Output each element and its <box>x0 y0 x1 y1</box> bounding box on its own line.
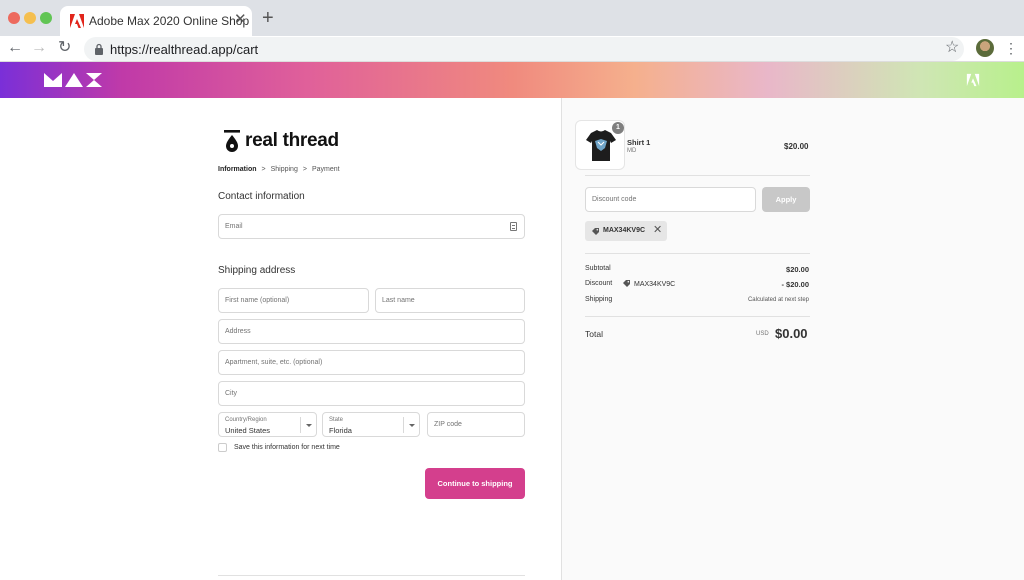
address-bar[interactable]: https://realthread.app/cart <box>84 37 964 61</box>
tab-title: Adobe Max 2020 Online Shop <box>89 14 250 28</box>
discount-code-text: MAX34KV9C <box>634 281 676 288</box>
shipping-section-title: Shipping address <box>218 265 296 276</box>
applied-discount-tag: MAX34KV9C ✕ <box>585 221 667 241</box>
tag-icon <box>592 228 599 235</box>
last-name-placeholder: Last name <box>382 297 415 304</box>
zip-field[interactable]: ZIP code <box>427 412 525 437</box>
order-summary-pane: 1 Shirt 1 MD $20.00 Discount code Apply … <box>561 98 1024 580</box>
email-placeholder: Email <box>225 223 243 230</box>
adobe-max-banner <box>0 62 1024 98</box>
save-info-checkbox[interactable] <box>218 443 227 452</box>
browser-menu-icon[interactable]: ⋮ <box>1004 38 1018 58</box>
chevron-down-icon <box>300 417 316 433</box>
breadcrumb-payment[interactable]: Payment <box>312 166 340 173</box>
url-text: https://realthread.app/cart <box>110 42 259 57</box>
brand-name: real thread <box>245 130 339 151</box>
browser-toolbar: ← → ↻ https://realthread.app/cart ☆ ⋮ <box>0 36 1024 62</box>
apartment-placeholder: Apartment, suite, etc. (optional) <box>225 359 323 366</box>
applied-code: MAX34KV9C <box>603 227 646 234</box>
first-name-field[interactable]: First name (optional) <box>218 288 369 313</box>
bookmark-star-icon[interactable]: ☆ <box>945 37 959 59</box>
product-name: Shirt 1 <box>627 138 651 147</box>
continue-to-shipping-button[interactable]: Continue to shipping <box>425 468 525 499</box>
apply-discount-button[interactable]: Apply <box>762 187 810 212</box>
contact-section-title: Contact information <box>218 191 305 202</box>
breadcrumb-shipping[interactable]: Shipping <box>271 166 298 173</box>
adobe-icon[interactable] <box>966 73 980 87</box>
country-select[interactable]: Country/Region United States <box>218 412 317 437</box>
contact-card-icon <box>510 222 517 231</box>
tag-icon <box>623 280 630 287</box>
total-value: $0.00 <box>775 326 808 341</box>
browser-tab-bar: Adobe Max 2020 Online Shop ✕ + <box>0 0 1024 36</box>
max-logo[interactable] <box>44 73 102 87</box>
window-maximize-button[interactable] <box>40 12 52 24</box>
subtotal-value: $20.00 <box>786 265 809 274</box>
discount-label: Discount <box>585 280 613 287</box>
divider <box>218 575 525 576</box>
state-select[interactable]: State Florida <box>322 412 420 437</box>
country-label: Country/Region <box>225 417 267 423</box>
window-close-button[interactable] <box>8 12 20 24</box>
state-value: Florida <box>329 426 352 435</box>
adobe-icon <box>70 14 84 28</box>
chevron-down-icon <box>403 417 419 433</box>
zip-placeholder: ZIP code <box>434 421 462 428</box>
remove-code-icon[interactable]: ✕ <box>653 224 662 236</box>
subtotal-label: Subtotal <box>585 265 611 272</box>
address-placeholder: Address <box>225 328 251 335</box>
city-field[interactable]: City <box>218 381 525 406</box>
quantity-badge: 1 <box>612 122 624 134</box>
country-value: United States <box>225 426 271 435</box>
window-minimize-button[interactable] <box>24 12 36 24</box>
new-tab-button[interactable]: + <box>262 8 274 28</box>
browser-tab[interactable]: Adobe Max 2020 Online Shop ✕ <box>60 6 252 36</box>
first-name-placeholder: First name (optional) <box>225 297 290 304</box>
product-variant: MD <box>627 148 637 154</box>
breadcrumb-information[interactable]: Information <box>218 166 257 173</box>
forward-button[interactable]: → <box>31 38 47 58</box>
shipping-label: Shipping <box>585 296 613 303</box>
discount-value: - $20.00 <box>781 280 809 289</box>
back-button[interactable]: ← <box>7 38 23 58</box>
shipping-value: Calculated at next step <box>747 297 809 303</box>
chevron-right-icon: > <box>261 166 266 173</box>
save-info-label[interactable]: Save this information for next time <box>234 444 340 451</box>
checkout-form-pane: real thread Information > Shipping > Payment… <box>0 98 561 580</box>
lock-icon <box>95 43 103 55</box>
discount-code-inline: MAX34KV9C <box>622 279 675 288</box>
divider <box>585 175 810 176</box>
discount-code-field[interactable]: Discount code <box>585 187 756 212</box>
divider <box>585 316 810 317</box>
profile-avatar[interactable] <box>976 39 994 57</box>
last-name-field[interactable]: Last name <box>375 288 525 313</box>
total-label: Total <box>585 329 603 339</box>
city-placeholder: City <box>225 390 238 397</box>
state-label: State <box>329 417 344 423</box>
email-field[interactable]: Email <box>218 214 525 239</box>
total-currency: USD <box>756 331 769 337</box>
address-field[interactable]: Address <box>218 319 525 344</box>
breadcrumb: Information > Shipping > Payment <box>218 166 340 173</box>
apartment-field[interactable]: Apartment, suite, etc. (optional) <box>218 350 525 375</box>
tab-close-icon[interactable]: ✕ <box>234 12 247 27</box>
discount-placeholder: Discount code <box>592 196 637 203</box>
drop-logo-icon <box>224 130 240 152</box>
reload-button[interactable]: ↻ <box>58 38 71 58</box>
product-price: $20.00 <box>784 142 809 151</box>
chevron-right-icon: > <box>302 166 307 173</box>
divider <box>585 253 810 254</box>
